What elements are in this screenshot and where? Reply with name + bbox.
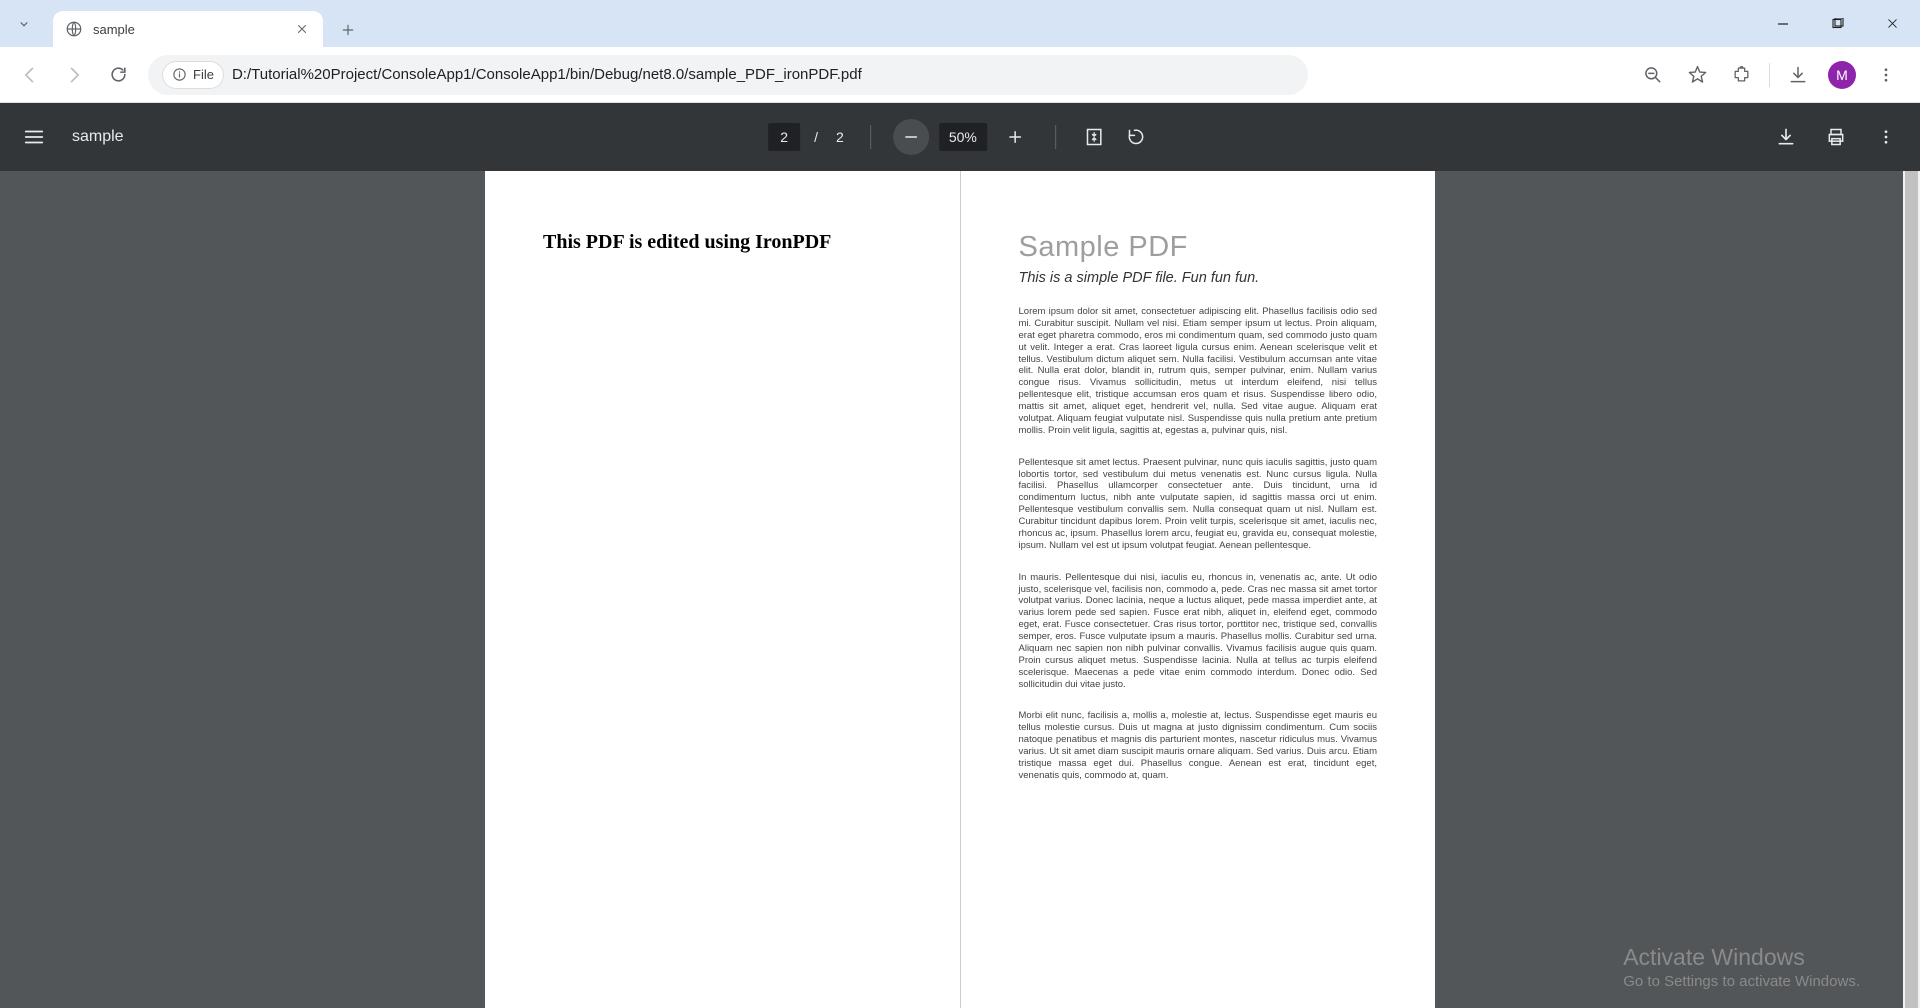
page2-paragraph-2: Pellentesque sit amet lectus. Praesent p… bbox=[1019, 457, 1378, 552]
address-bar[interactable]: File D:/Tutorial%20Project/ConsoleApp1/C… bbox=[148, 55, 1308, 95]
rotate-icon[interactable] bbox=[1120, 121, 1152, 153]
url-text: D:/Tutorial%20Project/ConsoleApp1/Consol… bbox=[232, 66, 862, 83]
browser-tab-active[interactable]: sample bbox=[53, 11, 323, 47]
downloads-icon[interactable] bbox=[1778, 55, 1818, 95]
pdf-toolbar-separator bbox=[870, 125, 871, 149]
print-icon[interactable] bbox=[1820, 121, 1852, 153]
pdf-doc-title: sample bbox=[72, 128, 124, 146]
pdf-pages: This PDF is edited using IronPDF Sample … bbox=[485, 171, 1435, 1008]
new-tab-button[interactable] bbox=[331, 13, 365, 47]
kebab-menu-icon[interactable] bbox=[1866, 55, 1906, 95]
page-total: 2 bbox=[832, 129, 848, 145]
pdf-toolbar-separator bbox=[1055, 125, 1056, 149]
page-sep: / bbox=[810, 129, 822, 145]
profile-avatar[interactable]: M bbox=[1822, 55, 1862, 95]
scrollbar-thumb[interactable] bbox=[1905, 171, 1918, 1008]
hamburger-menu-icon[interactable] bbox=[18, 121, 50, 153]
page2-paragraph-3: In mauris. Pellentesque dui nisi, iaculi… bbox=[1019, 572, 1378, 691]
window-minimize-icon[interactable] bbox=[1755, 0, 1810, 47]
pdf-viewport[interactable]: This PDF is edited using IronPDF Sample … bbox=[0, 171, 1920, 1008]
toolbar-actions: M bbox=[1633, 55, 1912, 95]
window-maximize-icon[interactable] bbox=[1810, 0, 1865, 47]
zoom-out-button[interactable] bbox=[893, 119, 929, 155]
avatar-letter: M bbox=[1828, 61, 1856, 89]
nav-back-icon[interactable] bbox=[8, 55, 52, 95]
vertical-scrollbar[interactable] bbox=[1903, 171, 1920, 1008]
browser-titlebar: sample bbox=[0, 0, 1920, 47]
info-icon bbox=[172, 67, 187, 82]
watermark-line1: Activate Windows bbox=[1623, 944, 1860, 971]
pdf-page-1: This PDF is edited using IronPDF bbox=[485, 171, 961, 1008]
page1-heading: This PDF is edited using IronPDF bbox=[543, 231, 902, 254]
pdf-toolbar: sample / 2 50% bbox=[0, 103, 1920, 171]
window-close-icon[interactable] bbox=[1865, 0, 1920, 47]
page2-paragraph-4: Morbi elit nunc, facilisis a, mollis a, … bbox=[1019, 710, 1378, 781]
tabs-search-dropdown[interactable] bbox=[0, 0, 47, 47]
browser-toolbar: File D:/Tutorial%20Project/ConsoleApp1/C… bbox=[0, 47, 1920, 103]
nav-forward-icon[interactable] bbox=[52, 55, 96, 95]
pdf-page-2: Sample PDF This is a simple PDF file. Fu… bbox=[961, 171, 1436, 1008]
zoom-level[interactable]: 50% bbox=[939, 123, 987, 151]
zoom-in-button[interactable] bbox=[997, 119, 1033, 155]
origin-chip[interactable]: File bbox=[162, 61, 224, 89]
origin-chip-label: File bbox=[193, 67, 214, 82]
page2-title: Sample PDF bbox=[1019, 231, 1378, 264]
windows-activation-watermark: Activate Windows Go to Settings to activ… bbox=[1623, 944, 1860, 990]
page2-paragraph-1: Lorem ipsum dolor sit amet, consectetuer… bbox=[1019, 306, 1378, 437]
download-pdf-icon[interactable] bbox=[1770, 121, 1802, 153]
window-controls bbox=[1755, 0, 1920, 47]
toolbar-separator bbox=[1769, 63, 1770, 87]
bookmark-star-icon[interactable] bbox=[1677, 55, 1717, 95]
page2-subtitle: This is a simple PDF file. Fun fun fun. bbox=[1019, 270, 1378, 286]
tab-title: sample bbox=[93, 22, 293, 37]
fit-page-icon[interactable] bbox=[1078, 121, 1110, 153]
page-number-input[interactable] bbox=[768, 123, 800, 151]
close-tab-icon[interactable] bbox=[293, 20, 311, 38]
more-actions-icon[interactable] bbox=[1870, 121, 1902, 153]
zoom-indicator-icon[interactable] bbox=[1633, 55, 1673, 95]
watermark-line2: Go to Settings to activate Windows. bbox=[1623, 973, 1860, 990]
reload-icon[interactable] bbox=[96, 55, 140, 95]
extensions-icon[interactable] bbox=[1721, 55, 1761, 95]
globe-icon bbox=[65, 20, 83, 38]
